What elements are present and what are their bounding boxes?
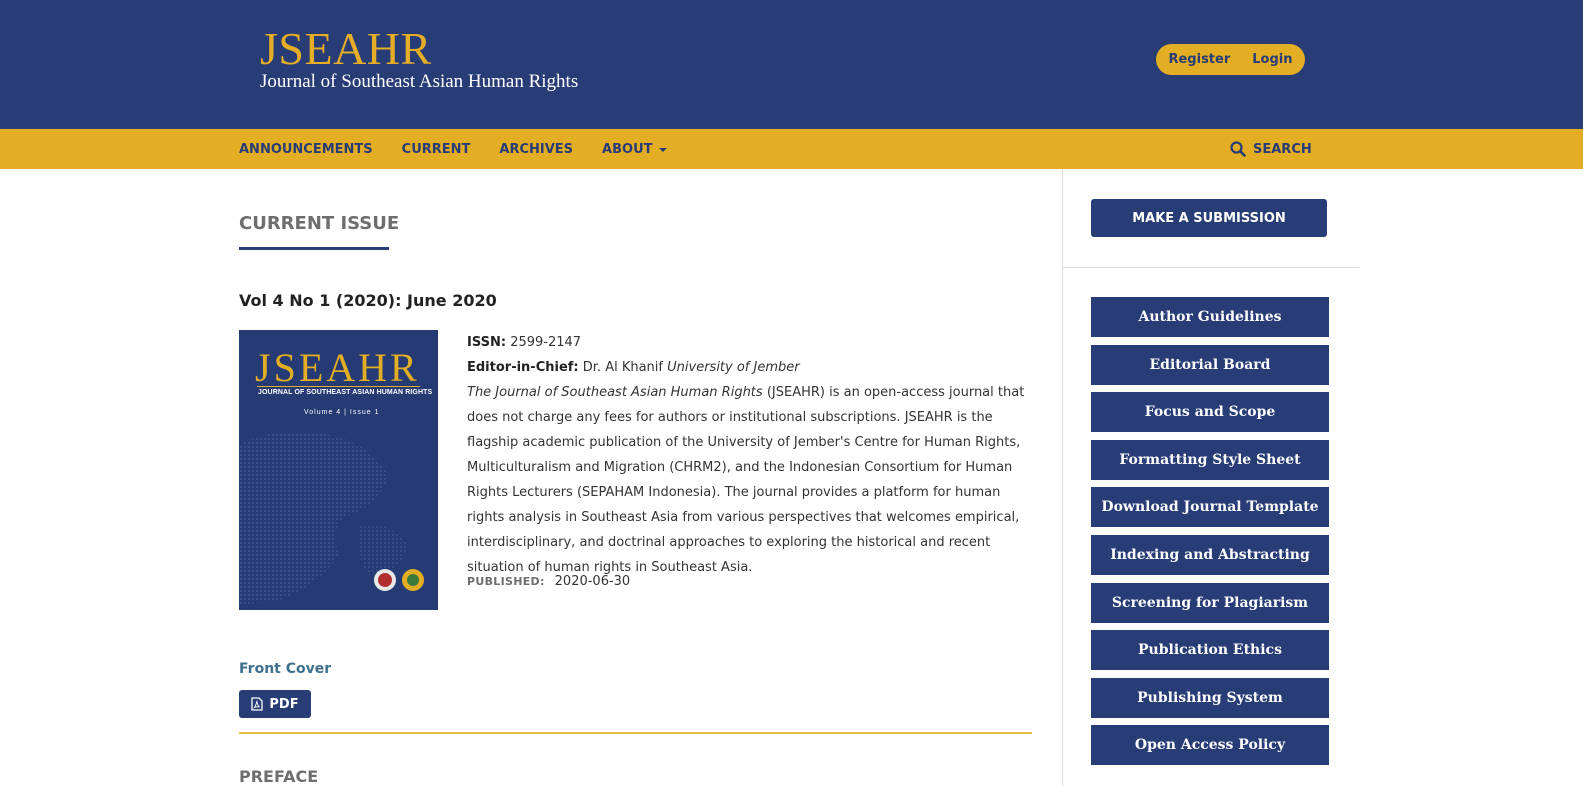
cover-volume: Volume 4 | Issue 1 <box>304 409 380 416</box>
published-info: PUBLISHED: 2020-06-30 <box>467 574 630 589</box>
issue-title: Vol 4 No 1 (2020): June 2020 <box>239 291 497 310</box>
nav-archives[interactable]: ARCHIVES <box>499 142 573 157</box>
globe-map-icon <box>239 431 424 605</box>
logo-subtitle: Journal of Southeast Asian Human Rights <box>260 71 579 92</box>
make-submission-button[interactable]: MAKE A SUBMISSION <box>1091 199 1327 237</box>
issue-cover-image[interactable]: JSEAHR JOURNAL OF SOUTHEAST ASIAN HUMAN … <box>239 330 438 610</box>
front-cover-link[interactable]: Front Cover <box>239 661 331 677</box>
issn-label: ISSN: <box>467 335 507 350</box>
section-divider <box>239 732 1032 734</box>
sidebar-divider <box>1063 267 1359 268</box>
search-link[interactable]: SEARCH <box>1230 129 1312 169</box>
issn-value: 2599-2147 <box>510 335 582 350</box>
editor-name: Dr. Al Khanif <box>582 360 663 375</box>
nav-announcements-label: ANNOUNCEMENTS <box>239 141 373 157</box>
search-label: SEARCH <box>1253 141 1312 157</box>
sidebar-item-editorial-board[interactable]: Editorial Board <box>1091 344 1329 385</box>
user-nav: Register Login <box>1156 44 1305 75</box>
sidebar-item-indexing[interactable]: Indexing and Abstracting <box>1091 534 1329 575</box>
sidebar-item-publishing-system[interactable]: Publishing System <box>1091 677 1329 718</box>
published-date: 2020-06-30 <box>554 574 631 589</box>
sidebar-item-publication-ethics[interactable]: Publication Ethics <box>1091 630 1329 671</box>
login-link[interactable]: Login <box>1252 52 1292 67</box>
site-logo[interactable]: JSEAHR Journal of Southeast Asian Human … <box>260 26 578 92</box>
sidebar-menu: Author Guidelines Editorial Board Focus … <box>1091 297 1329 773</box>
sidebar-border <box>1062 169 1063 786</box>
description-text: (JSEAHR) is an open-access journal that … <box>467 385 1025 575</box>
logo-title: JSEAHR <box>260 23 432 74</box>
sidebar-item-author-guidelines[interactable]: Author Guidelines <box>1091 297 1329 337</box>
title-underline <box>239 247 389 250</box>
register-link[interactable]: Register <box>1168 52 1230 67</box>
published-label: PUBLISHED: <box>467 575 545 588</box>
caret-down-icon <box>658 148 667 152</box>
site-header: JSEAHR Journal of Southeast Asian Human … <box>0 0 1583 129</box>
issue-description: ISSN: 2599-2147 Editor-in-Chief: Dr. Al … <box>467 330 1033 580</box>
sidebar-item-plagiarism[interactable]: Screening for Plagiarism <box>1091 582 1329 623</box>
cover-subtitle: JOURNAL OF SOUTHEAST ASIAN HUMAN RIGHTS <box>258 389 433 396</box>
sidebar-item-download-template[interactable]: Download Journal Template <box>1091 487 1329 528</box>
nav-current[interactable]: CURRENT <box>402 142 471 157</box>
nav-about-label: ABOUT <box>602 141 653 157</box>
primary-nav: ANNOUNCEMENTS CURRENT ARCHIVES ABOUT SEA… <box>0 129 1583 169</box>
cover-title: JSEAHR <box>255 345 420 390</box>
nav-current-label: CURRENT <box>401 141 471 157</box>
journal-name: The Journal of Southeast Asian Human Rig… <box>467 385 763 400</box>
file-pdf-icon <box>251 697 264 711</box>
sidebar-item-formatting-style-sheet[interactable]: Formatting Style Sheet <box>1091 439 1329 480</box>
cover-rule <box>257 386 420 387</box>
section-heading-preface: PREFACE <box>239 767 319 786</box>
search-icon <box>1230 141 1246 157</box>
editor-label: Editor-in-Chief: <box>467 360 579 375</box>
page-title: CURRENT ISSUE <box>239 213 400 234</box>
editor-affiliation: University of Jember <box>667 360 800 375</box>
sidebar-item-open-access[interactable]: Open Access Policy <box>1091 725 1329 766</box>
pdf-button[interactable]: PDF <box>239 690 311 718</box>
nav-about[interactable]: ABOUT <box>602 141 667 157</box>
nav-archives-label: ARCHIVES <box>499 141 574 157</box>
sidebar-item-focus-and-scope[interactable]: Focus and Scope <box>1091 392 1329 433</box>
pdf-label: PDF <box>269 696 299 712</box>
nav-announcements[interactable]: ANNOUNCEMENTS <box>239 142 373 157</box>
